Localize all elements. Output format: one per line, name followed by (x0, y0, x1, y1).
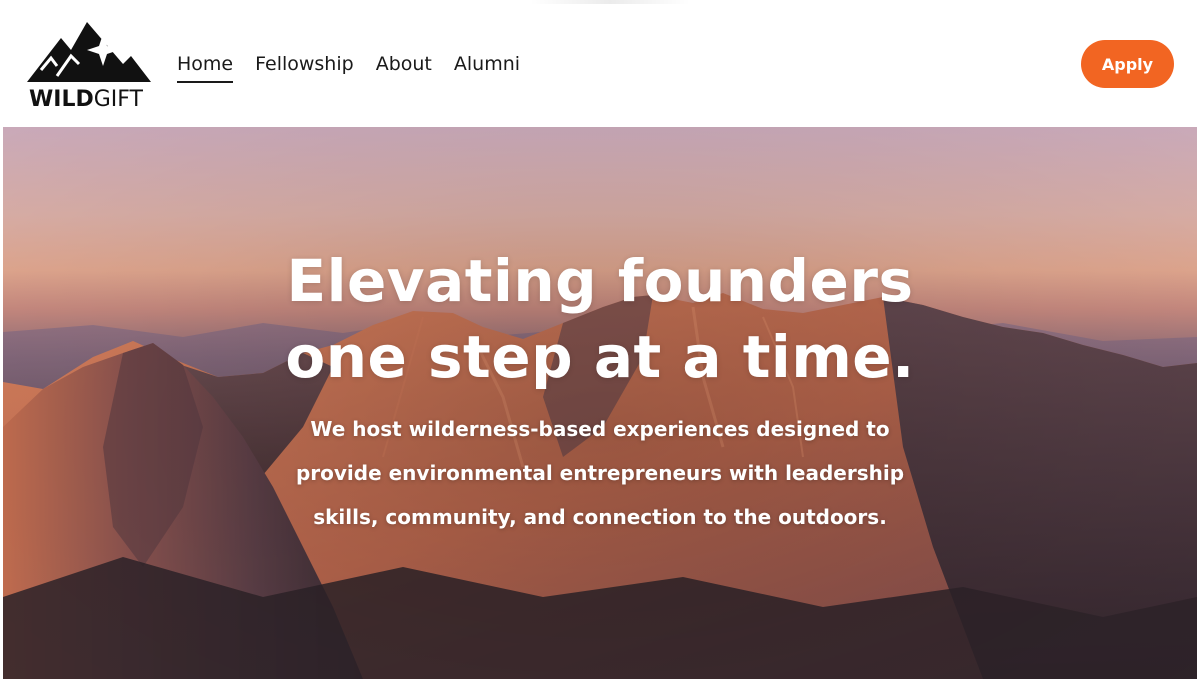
hero-title-line-2: one step at a time. (285, 323, 915, 391)
hero-overlay (3, 127, 1197, 679)
hero-section: Elevating founders one step at a time. W… (3, 127, 1197, 679)
main-nav: Home Fellowship About Alumni (177, 50, 542, 83)
hero-title: Elevating founders one step at a time. (3, 243, 1197, 395)
wordmark-light: GIFT (93, 87, 143, 112)
wildgift-logo[interactable]: WILDGIFT (27, 20, 151, 112)
site-header: WILDGIFT Home Fellowship About Alumni Ap… (0, 0, 1200, 127)
page: WILDGIFT Home Fellowship About Alumni Ap… (0, 0, 1200, 683)
hero-title-line-1: Elevating founders (286, 247, 914, 315)
nav-about[interactable]: About (376, 50, 432, 78)
hero-subtitle-line-3: skills, community, and connection to the… (313, 505, 887, 529)
header-divider (530, 0, 690, 4)
hero-subtitle-line-1: We host wilderness-based experiences des… (310, 417, 890, 441)
nav-fellowship[interactable]: Fellowship (255, 50, 354, 78)
wordmark: WILDGIFT (29, 88, 143, 112)
apply-button[interactable]: Apply (1081, 40, 1174, 88)
nav-alumni[interactable]: Alumni (454, 50, 520, 78)
nav-home[interactable]: Home (177, 50, 234, 83)
hero-subtitle-line-2: provide environmental entrepreneurs with… (295, 461, 905, 485)
hero-subtitle: We host wilderness-based experiences des… (3, 407, 1197, 539)
mountain-star-icon (27, 22, 151, 82)
wordmark-bold: WILD (29, 87, 94, 112)
